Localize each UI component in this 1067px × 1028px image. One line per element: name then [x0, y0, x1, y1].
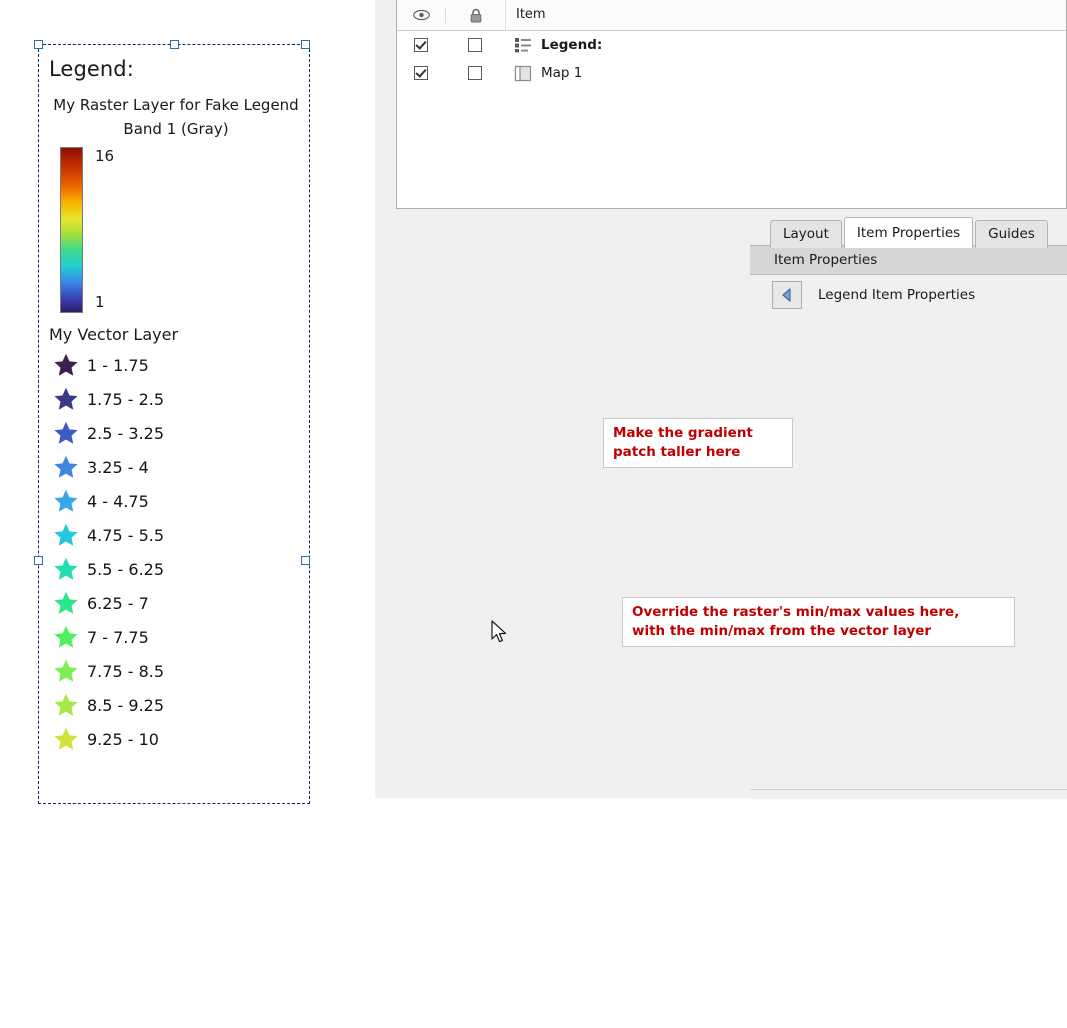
items-tree-panel[interactable]: Item Legend: Map 1: [396, 0, 1067, 209]
star-symbol: [54, 387, 78, 410]
legend-class-label: 1 - 1.75: [87, 355, 149, 375]
item-label: Map 1: [541, 65, 583, 81]
legend-class-label: 6.25 - 7: [87, 593, 149, 613]
panel-tabs[interactable]: Layout Item Properties Guides: [770, 217, 1050, 248]
legend-class-row: 3.25 - 4: [53, 450, 303, 484]
star-symbol: [54, 659, 78, 682]
vector-class-list: 1 - 1.75 1.75 - 2.5 2.5 - 3.25 3.25 - 4 4 - …: [47, 348, 303, 756]
lock-icon: [445, 7, 505, 23]
selection-handle-top-right[interactable]: [301, 40, 310, 49]
legend-class-label: 8.5 - 9.25: [87, 695, 165, 715]
star-symbol: [54, 625, 78, 648]
legend-layout-item[interactable]: Legend: My Raster Layer for Fake Legend …: [38, 44, 310, 804]
panel-bottom-strip: [750, 789, 1067, 798]
star-symbol: [54, 727, 78, 750]
section-title: Legend Item Properties: [818, 287, 976, 303]
star-symbol: [54, 353, 78, 376]
tab-layout[interactable]: Layout: [770, 220, 842, 248]
legend-class-label: 1.75 - 2.5: [87, 389, 165, 409]
ramp-max-label: 16: [95, 147, 115, 165]
legend-class-row: 1.75 - 2.5: [53, 382, 303, 416]
legend-class-row: 6.25 - 7: [53, 586, 303, 620]
selection-handle-top-left[interactable]: [34, 40, 43, 49]
legend-class-row: 9.25 - 10: [53, 722, 303, 756]
raster-band-label: Band 1 (Gray): [123, 120, 229, 138]
item-visibility-checkbox[interactable]: [414, 38, 428, 52]
vector-layer-name: My Vector Layer: [49, 325, 179, 344]
legend-class-label: 9.25 - 10: [87, 729, 159, 749]
raster-color-ramp: 16 1: [51, 147, 303, 315]
star-symbol: [54, 455, 78, 478]
legend-class-row: 4.75 - 5.5: [53, 518, 303, 552]
panel-titlebar: Item Properties: [750, 246, 1067, 275]
legend-class-label: 2.5 - 3.25: [87, 423, 165, 443]
item-lock-checkbox[interactable]: [467, 66, 482, 80]
items-rows: Legend: Map 1: [397, 31, 1066, 87]
items-row[interactable]: Map 1: [397, 59, 1066, 87]
legend-class-row: 7 - 7.75: [53, 620, 303, 654]
legend-icon: [515, 38, 531, 53]
tab-guides[interactable]: Guides: [975, 220, 1048, 248]
item-lock-checkbox[interactable]: [467, 38, 482, 52]
item-properties-panel: Item Properties Legend Item Properties: [750, 245, 1067, 799]
map-icon: [514, 65, 532, 81]
star-symbol: [54, 421, 78, 444]
items-row[interactable]: Legend:: [397, 31, 1066, 59]
legend-title: Legend:: [49, 57, 134, 81]
item-label: Legend:: [541, 37, 603, 53]
minmax-annotation-callout: Override the raster's min/max values her…: [622, 597, 1015, 647]
raster-layer-name: My Raster Layer for Fake Legend: [53, 96, 299, 114]
legend-class-label: 4.75 - 5.5: [87, 525, 165, 545]
items-header-row: Item: [397, 0, 1066, 31]
mouse-cursor: [491, 620, 509, 650]
item-visibility-checkbox[interactable]: [414, 66, 428, 80]
legend-class-row: 4 - 4.75: [53, 484, 303, 518]
legend-class-label: 4 - 4.75: [87, 491, 149, 511]
right-dock: Item Legend: Map 1 Layout Item Properties…: [375, 0, 1067, 799]
legend-class-label: 7.75 - 8.5: [87, 661, 165, 681]
eye-icon: [397, 9, 445, 21]
selection-handle-middle-right[interactable]: [301, 556, 310, 565]
legend-class-label: 3.25 - 4: [87, 457, 149, 477]
selection-handle-middle-left[interactable]: [34, 556, 43, 565]
items-column-header: Item: [505, 0, 1066, 30]
section-subheader: Legend Item Properties: [750, 275, 1067, 315]
legend-class-row: 7.75 - 8.5: [53, 654, 303, 688]
star-symbol: [54, 489, 78, 512]
legend-class-label: 5.5 - 6.25: [87, 559, 165, 579]
legend-class-row: 8.5 - 9.25: [53, 688, 303, 722]
panel-title: Item Properties: [774, 252, 878, 268]
legend-class-label: 7 - 7.75: [87, 627, 149, 647]
back-arrow-icon[interactable]: [772, 281, 802, 309]
star-symbol: [54, 591, 78, 614]
star-symbol: [54, 523, 78, 546]
patch-annotation-callout: Make the gradient patch taller here: [603, 418, 793, 468]
legend-class-row: 5.5 - 6.25: [53, 552, 303, 586]
tab-item-properties[interactable]: Item Properties: [843, 217, 974, 248]
layout-canvas[interactable]: Legend: My Raster Layer for Fake Legend …: [0, 0, 375, 804]
legend-class-row: 2.5 - 3.25: [53, 416, 303, 450]
legend-class-row: 1 - 1.75: [53, 348, 303, 382]
star-symbol: [54, 557, 78, 580]
color-ramp-bar: [60, 147, 83, 313]
selection-handle-top-center[interactable]: [170, 40, 179, 49]
star-symbol: [54, 693, 78, 716]
ramp-min-label: 1: [95, 293, 105, 311]
